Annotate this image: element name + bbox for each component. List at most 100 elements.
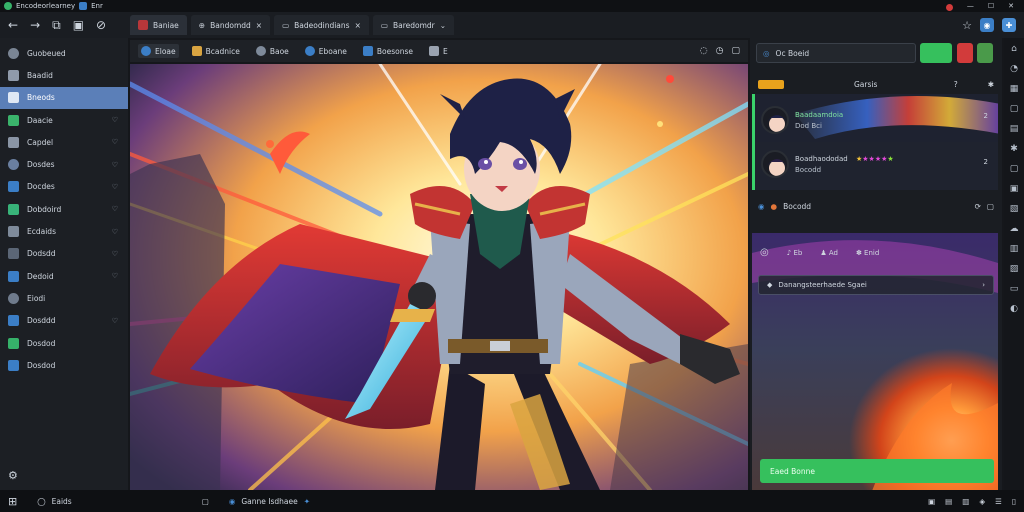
user-icon: ♪ [786, 248, 792, 257]
globe-icon: ◉ [758, 201, 765, 211]
tab-bandomdd[interactable]: ⊕ Bandomdd × [190, 15, 271, 35]
tab-close-icon[interactable]: × [256, 21, 262, 30]
user-icon[interactable]: ◐ [1010, 304, 1018, 314]
refresh-icon[interactable]: ⟳ [975, 202, 981, 211]
sidebar-item-dosddd[interactable]: Dosddd ♡ [0, 310, 128, 332]
network-icon[interactable]: ▣ [928, 497, 935, 506]
grid-icon[interactable]: ▦ [1010, 84, 1019, 94]
tab-close-icon[interactable]: × [355, 21, 361, 30]
notification-dot-icon[interactable] [945, 3, 953, 11]
sidebar-item-bneods[interactable]: Bneods [0, 86, 128, 109]
record-button[interactable] [957, 43, 973, 63]
sidebar-item-ecdaids[interactable]: Ecdaids ♡ [0, 220, 128, 242]
store-icon[interactable]: ✦ [304, 497, 310, 506]
friend-row[interactable]: Boadhaododad ★★★★★★ Bocodd [761, 150, 894, 178]
image-icon[interactable]: ▨ [1010, 264, 1019, 274]
battery-icon[interactable]: ▥ [962, 497, 969, 506]
map-icon[interactable]: ▥ [1010, 244, 1019, 254]
bookmark-eboane[interactable]: Eboane [302, 44, 350, 58]
task-view-icon[interactable]: ▢ [202, 497, 209, 506]
bookmark-off-icon[interactable]: ⊘ [96, 18, 106, 33]
gamepad-icon[interactable]: ◎ [760, 247, 769, 258]
tab-baniae[interactable]: Baniae [130, 15, 187, 35]
favorite-icon[interactable]: ♡ [112, 138, 118, 146]
copy-icon[interactable]: ⧉ [52, 18, 61, 33]
friend-status: Bocodd [795, 165, 822, 174]
join-button[interactable]: Eaed Bonne [760, 459, 994, 483]
friend-name: Boadhaododad [795, 154, 848, 163]
sidebar-item-dosdod[interactable]: Dosdod [0, 332, 128, 354]
tab-badeodindians[interactable]: ▭ Badeodindians × [274, 15, 369, 35]
bookmark-eloae[interactable]: Eloae [138, 44, 179, 58]
history-icon[interactable]: ◷ [716, 46, 724, 56]
window-restore-icon[interactable]: ▢ [731, 46, 740, 56]
forward-icon[interactable]: → [30, 18, 40, 33]
back-icon[interactable]: ← [8, 18, 18, 33]
language-icon[interactable]: ◈ [979, 497, 985, 506]
sidebar-item-baadid[interactable]: Baadid [0, 64, 128, 86]
favorite-icon[interactable]: ♡ [112, 250, 118, 258]
event-item[interactable]: ◆ Danangsteerhaede Sgaei › [758, 275, 994, 295]
maximize-icon[interactable]: ☐ [988, 2, 994, 11]
search-icon[interactable]: ◯ [37, 497, 45, 506]
bookmark-e[interactable]: E [426, 44, 451, 58]
help-icon[interactable]: ? [954, 80, 958, 89]
bookmark-boesonse[interactable]: Boesonse [360, 44, 416, 58]
sidebar-item-daacie[interactable]: Daacie ♡ [0, 109, 128, 131]
favorite-icon[interactable]: ♡ [112, 183, 118, 191]
browser-icon[interactable]: ◉ [229, 497, 236, 506]
windows-start-icon[interactable]: ⊞ [8, 495, 17, 508]
home-icon[interactable]: ⌂ [1011, 44, 1017, 54]
settings-icon[interactable]: ✱ [988, 80, 994, 89]
sidebar-item-dobdoird[interactable]: Dobdoird ♡ [0, 198, 128, 220]
favorite-icon[interactable]: ♡ [112, 161, 118, 169]
tab-baredomdr[interactable]: ▭ Baredomdr ⌄ [372, 15, 455, 35]
taskbar-search-label[interactable]: Eaids [52, 497, 72, 506]
tab-ad[interactable]: ♟ Ad [820, 249, 838, 257]
tab-enid[interactable]: ✽ Enid [856, 249, 879, 257]
chat-bubble-icon[interactable]: ◌ [700, 46, 708, 56]
tab-dropdown-icon[interactable]: ⌄ [440, 21, 446, 30]
settings-icon[interactable]: ⚙ [8, 469, 18, 482]
favorite-icon[interactable]: ♡ [112, 317, 118, 325]
star-icon[interactable]: ☆ [962, 19, 972, 32]
search-input[interactable]: ◎ Oc Boeid [756, 43, 916, 63]
bookmark-baoe[interactable]: Baoe [253, 44, 292, 58]
minimize-icon[interactable]: — [967, 2, 974, 11]
sidebar-item-guobeued[interactable]: Guobeued [0, 42, 128, 64]
sidebar-item-docdes[interactable]: Docdes ♡ [0, 176, 128, 198]
close-icon[interactable]: ✕ [1008, 2, 1014, 11]
puzzle-icon[interactable]: ▧ [1010, 204, 1019, 214]
window-icon[interactable]: ▢ [1010, 104, 1019, 114]
taskbar-app-label[interactable]: Ganne Isdhaee [241, 497, 297, 506]
sidebar-item-dosdod-2[interactable]: Dosdod [0, 354, 128, 376]
folder-icon[interactable]: ▭ [1010, 284, 1019, 294]
tab-eb[interactable]: ♪ Eb [787, 249, 803, 257]
download-icon[interactable]: ▣ [1010, 184, 1019, 194]
expand-icon[interactable]: ▢ [987, 202, 994, 211]
volume-icon[interactable]: ▤ [945, 497, 952, 506]
favorite-icon[interactable]: ♡ [112, 272, 118, 280]
favorite-icon[interactable]: ♡ [112, 116, 118, 124]
profile-icon[interactable]: ✚ [1002, 18, 1016, 32]
gear-icon[interactable]: ✱ [1010, 144, 1018, 154]
extension-icon[interactable]: ◉ [980, 18, 994, 32]
notifications-icon[interactable]: ▯ [1012, 497, 1016, 506]
bookmark-bcadnice[interactable]: Bcadnice [189, 44, 243, 58]
sidebar-item-dodsdd[interactable]: Dodsdd ♡ [0, 243, 128, 265]
layers-icon[interactable]: ▤ [1010, 124, 1019, 134]
share-button[interactable] [977, 43, 993, 63]
play-button[interactable] [920, 43, 952, 63]
sidebar-item-dedoid[interactable]: Dedoid ♡ [0, 265, 128, 287]
list-icon[interactable]: ▣ [73, 18, 84, 33]
sidebar-item-capdel[interactable]: Capdel ♡ [0, 131, 128, 153]
clock-icon[interactable]: ☰ [995, 497, 1002, 506]
sidebar-item-eiodi[interactable]: Eiodi [0, 287, 128, 309]
favorite-icon[interactable]: ♡ [112, 228, 118, 236]
sidebar-item-dosdes[interactable]: Dosdes ♡ [0, 153, 128, 175]
window-icon[interactable]: ▢ [1010, 164, 1019, 174]
bell-icon[interactable]: ◔ [1010, 64, 1018, 74]
cloud-icon[interactable]: ☁ [1010, 224, 1019, 234]
favorite-icon[interactable]: ♡ [112, 205, 118, 213]
friend-row[interactable]: Baadaamdoia Dod Bci [761, 106, 843, 134]
